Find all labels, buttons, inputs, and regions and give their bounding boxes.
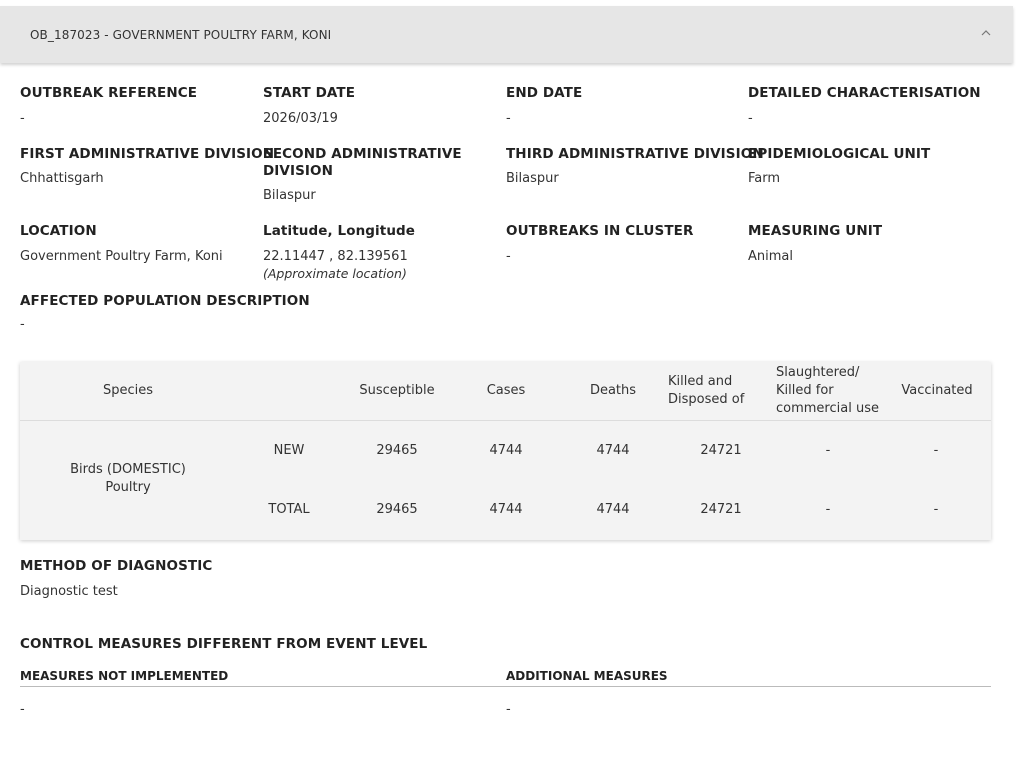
third-admin-division-label: THIRD ADMINISTRATIVE DIVISION — [506, 146, 764, 162]
cases-value: 4744 — [489, 443, 523, 458]
col-slaughtered-line1: Slaughtered/ — [776, 365, 860, 380]
col-species: Species — [102, 383, 154, 398]
detailed-characterisation-label: DETAILED CHARACTERISATION — [748, 85, 981, 101]
epidemiological-unit-value: Farm — [748, 171, 781, 186]
approximate-location-note: (Approximate location) — [263, 266, 407, 281]
start-date-label: START DATE — [263, 85, 356, 101]
additional-measures-label: ADDITIONAL MEASURES — [506, 669, 668, 683]
slaughtered-value: - — [825, 443, 831, 458]
table-header-divider — [20, 420, 991, 421]
end-date-value: - — [506, 111, 511, 126]
measures-not-implemented-label: MEASURES NOT IMPLEMENTED — [20, 669, 229, 683]
susceptible-value: 29465 — [376, 443, 418, 458]
species-subtype: Poultry — [105, 480, 151, 495]
third-admin-division-value: Bilaspur — [506, 171, 559, 186]
vaccinated-value: - — [933, 443, 939, 458]
vaccinated-value: - — [933, 502, 939, 517]
diagnostic-label: METHOD OF DIAGNOSTIC — [20, 558, 213, 574]
affected-population-value: - — [20, 317, 25, 332]
outbreak-panel-header[interactable]: OB_187023 - GOVERNMENT POULTRY FARM, KON… — [0, 6, 1013, 63]
row-type: NEW — [273, 443, 305, 458]
col-deaths: Deaths — [589, 383, 637, 398]
second-admin-division-label-cont: DIVISION — [263, 163, 334, 179]
outbreak-reference-label: OUTBREAK REFERENCE — [20, 85, 198, 101]
epidemiological-unit-label: EPIDEMIOLOGICAL UNIT — [748, 146, 931, 162]
control-measures-title: CONTROL MEASURES DIFFERENT FROM EVENT LE… — [20, 636, 428, 652]
end-date-label: END DATE — [506, 85, 583, 101]
susceptible-value: 29465 — [376, 502, 418, 517]
col-killed: Killed and Disposed of — [668, 373, 768, 409]
species-name: Birds (DOMESTIC) — [70, 462, 186, 477]
second-admin-division-value: Bilaspur — [263, 188, 316, 203]
deaths-value: 4744 — [596, 502, 630, 517]
outbreak-title: OB_187023 - GOVERNMENT POULTRY FARM, KON… — [30, 27, 332, 42]
outbreaks-in-cluster-label: OUTBREAKS IN CLUSTER — [506, 223, 694, 239]
affected-population-label: AFFECTED POPULATION DESCRIPTION — [20, 293, 310, 309]
col-killed-line1: Killed and — [668, 374, 733, 389]
first-admin-division-label: FIRST ADMINISTRATIVE DIVISION — [20, 146, 275, 162]
col-slaughtered: Slaughtered/ Killed for commercial use — [776, 364, 896, 418]
detailed-characterisation-value: - — [748, 111, 753, 126]
col-cases: Cases — [486, 383, 526, 398]
measuring-unit-value: Animal — [748, 249, 793, 264]
measures-divider — [20, 686, 991, 687]
col-susceptible: Susceptible — [359, 383, 435, 398]
measures-not-implemented-value: - — [20, 702, 25, 717]
second-admin-division-label: SECOND ADMINISTRATIVE — [263, 146, 462, 162]
killed-value: 24721 — [700, 502, 742, 517]
location-label: LOCATION — [20, 223, 97, 239]
lat-long-label: Latitude, Longitude — [263, 223, 416, 239]
lat-long-value: 22.11447 , 82.139561 — [263, 249, 408, 264]
deaths-value: 4744 — [596, 443, 630, 458]
species-table: Species Susceptible Cases Deaths Killed … — [20, 362, 991, 540]
col-vaccinated: Vaccinated — [901, 383, 973, 398]
measuring-unit-label: MEASURING UNIT — [748, 223, 883, 239]
first-admin-division-value: Chhattisgarh — [20, 171, 104, 186]
outbreak-reference-value: - — [20, 111, 25, 126]
outbreaks-in-cluster-value: - — [506, 249, 511, 264]
diagnostic-value: Diagnostic test — [20, 584, 118, 599]
row-type: TOTAL — [268, 502, 310, 517]
start-date-value: 2026/03/19 — [263, 111, 338, 126]
col-killed-line2: Disposed of — [668, 392, 745, 407]
col-slaughtered-line3: commercial use — [776, 401, 879, 416]
location-value: Government Poultry Farm, Koni — [20, 249, 223, 264]
killed-value: 24721 — [700, 443, 742, 458]
chevron-up-icon[interactable] — [980, 27, 992, 39]
additional-measures-value: - — [506, 702, 511, 717]
slaughtered-value: - — [825, 502, 831, 517]
cases-value: 4744 — [489, 502, 523, 517]
col-slaughtered-line2: Killed for — [776, 383, 834, 398]
species-cell: Birds (DOMESTIC) Poultry — [57, 461, 199, 497]
